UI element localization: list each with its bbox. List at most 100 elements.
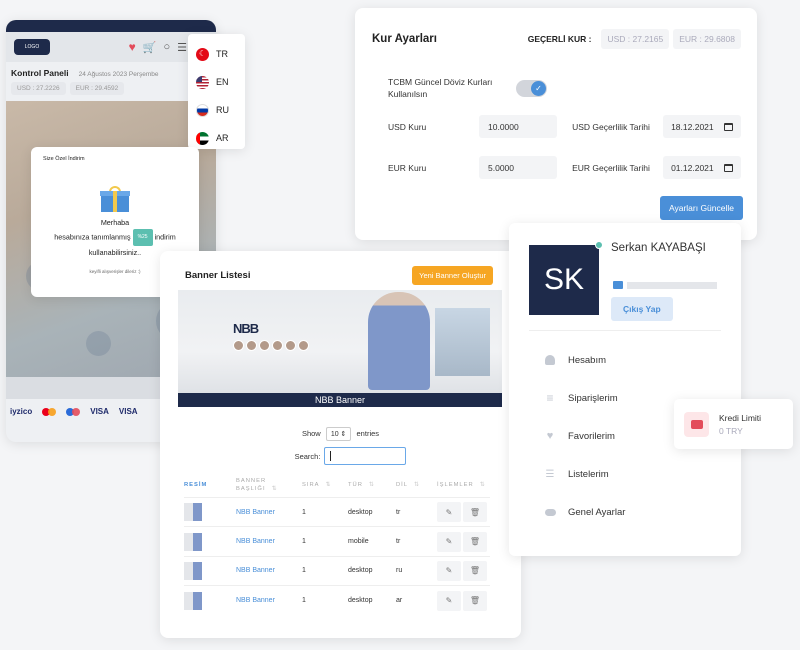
banner-type: desktop [348, 585, 396, 616]
online-status-dot [595, 241, 603, 249]
sort-icon: ⇅ [271, 486, 278, 492]
table-row: NBB Banner 1 mobile tr ✎ 🗑 [184, 526, 490, 557]
search-label: Search: [294, 451, 321, 461]
menu-item-lists[interactable]: Listelerim [544, 455, 625, 493]
sort-icon: ⇅ [368, 482, 375, 488]
edit-icon[interactable]: ✎ [437, 531, 461, 552]
col-header-order[interactable]: SIRA ⇅ [302, 477, 348, 498]
current-usd-rate: USD : 27.2165 [601, 29, 670, 49]
new-banner-button[interactable]: Yeni Banner Oluştur [412, 266, 493, 285]
lang-item-ar[interactable]: AR [196, 124, 237, 152]
usd-date-input[interactable]: 18.12.2021 [663, 115, 741, 138]
banner-preview-image: NBB [178, 290, 502, 393]
banner-title-link[interactable]: NBB Banner [236, 585, 302, 616]
col-label: İŞLEMLER [437, 482, 474, 488]
lang-item-tr[interactable]: TR [196, 40, 237, 68]
gift-icon [100, 186, 130, 212]
turkey-flag-icon [196, 47, 209, 61]
panel-title: Kur Ayarları [372, 33, 437, 45]
edit-icon[interactable]: ✎ [437, 560, 461, 581]
trash-icon[interactable]: 🗑 [463, 560, 487, 581]
update-settings-button[interactable]: Ayarları Güncelle [659, 196, 743, 220]
banner-title-link[interactable]: NBB Banner [236, 526, 302, 557]
usa-flag-icon [196, 75, 209, 89]
banner-lang: ru [396, 555, 437, 586]
banner-thumbnail [184, 561, 202, 580]
banner-type: desktop [348, 555, 396, 586]
eur-rate-input[interactable]: 5.0000 [479, 156, 558, 179]
banner-table: RESİM BANNER BAŞLIĞI ⇅ SIRA ⇅ TÜR ⇅ DİL ⇅ İŞ… [184, 477, 490, 616]
visa-logo: VISA [90, 407, 109, 416]
menu-label: Hesabım [568, 354, 607, 366]
circle-icon[interactable]: ○ [163, 41, 170, 53]
mobile-header: LOGO ♥ 🛒 ○ ☰ SK [6, 32, 216, 62]
mobile-eur-rate: EUR : 29.4592 [69, 82, 125, 95]
trash-icon[interactable]: 🗑 [463, 502, 487, 523]
usd-date-value: 18.12.2021 [671, 121, 714, 132]
banner-list-panel: Banner Listesi Yeni Banner Oluştur NBB N… [160, 251, 521, 638]
entries-label: entries [356, 429, 380, 438]
menu-item-settings[interactable]: Genel Ayarlar [544, 493, 625, 531]
lang-item-ru[interactable]: RU [196, 96, 237, 124]
mastercard-icon [42, 407, 57, 416]
col-header-actions[interactable]: İŞLEMLER ⇅ [437, 477, 490, 498]
sort-icon: ⇅ [325, 482, 332, 488]
banner-caption: NBB Banner [178, 393, 502, 407]
menu-item-favorites[interactable]: Favorilerim [544, 417, 625, 455]
eur-rate-label: EUR Kuru [388, 162, 427, 173]
credit-limit-value: 0 TRY [719, 425, 743, 436]
banner-order: 1 [302, 585, 348, 616]
profile-panel: SK Serkan KAYABAŞI Çıkış Yap Hesabım Sip… [509, 223, 741, 556]
banner-thumbnail [184, 503, 202, 522]
menu-label: Siparişlerim [568, 392, 618, 404]
mobile-page-title: Kontrol Paneli [11, 68, 69, 78]
search-input[interactable] [324, 447, 407, 465]
banner-lang: tr [396, 526, 437, 557]
entries-value: 10 [330, 431, 339, 438]
discount-line: Merhaba [100, 218, 130, 227]
email-placeholder [627, 281, 717, 289]
banner-order: 1 [302, 526, 348, 557]
col-label: TÜR [348, 482, 363, 488]
trash-icon[interactable]: 🗑 [463, 531, 487, 552]
banner-order: 1 [302, 496, 348, 527]
list-icon [544, 393, 556, 403]
eur-date-input[interactable]: 01.12.2021 [663, 156, 741, 179]
col-header-title[interactable]: BANNER BAŞLIĞI ⇅ [236, 477, 302, 498]
eur-date-value: 01.12.2021 [671, 162, 714, 173]
cart-icon[interactable]: 🛒 [143, 41, 157, 54]
lang-item-en[interactable]: EN [196, 68, 237, 96]
lang-label: AR [216, 133, 229, 143]
maestro-icon [66, 407, 81, 416]
currency-settings-panel: Kur Ayarları GEÇERLİ KUR : USD : 27.2165… [355, 8, 757, 240]
tcmb-toggle[interactable]: ✓ [516, 79, 547, 97]
logo[interactable]: LOGO [14, 39, 50, 55]
current-rate-label: GEÇERLİ KUR : [527, 34, 592, 44]
sort-icon: ⇅ [414, 482, 421, 488]
edit-icon[interactable]: ✎ [437, 502, 461, 523]
menu-label: Genel Ayarlar [568, 506, 626, 518]
logout-button[interactable]: Çıkış Yap [611, 297, 673, 321]
entries-select[interactable]: 10 ⇕ [325, 427, 352, 441]
edit-icon[interactable]: ✎ [437, 590, 461, 611]
usd-rate-input[interactable]: 10.0000 [479, 115, 558, 138]
user-name: Serkan KAYABAŞI [611, 242, 706, 254]
language-menu: TR EN RU AR [188, 34, 245, 149]
trash-icon[interactable]: 🗑 [463, 590, 487, 611]
menu-item-account[interactable]: Hesabım [544, 341, 625, 379]
banner-title-link[interactable]: NBB Banner [236, 496, 302, 527]
calendar-icon[interactable] [724, 122, 733, 131]
avatar[interactable]: SK [529, 245, 599, 315]
iyzico-logo: iyzico [10, 407, 33, 416]
menu-icon[interactable]: ☰ [177, 41, 187, 54]
heart-icon[interactable]: ♥ [129, 40, 136, 54]
heart-icon [544, 431, 556, 441]
col-header-image[interactable]: RESİM [184, 477, 236, 498]
menu-item-orders[interactable]: Siparişlerim [544, 379, 625, 417]
user-icon [544, 355, 556, 365]
calendar-icon[interactable] [724, 163, 733, 172]
banner-title-link[interactable]: NBB Banner [236, 555, 302, 586]
col-header-lang[interactable]: DİL ⇅ [396, 477, 437, 498]
discount-title: Size Özel İndirim [43, 156, 85, 162]
col-header-type[interactable]: TÜR ⇅ [348, 477, 396, 498]
